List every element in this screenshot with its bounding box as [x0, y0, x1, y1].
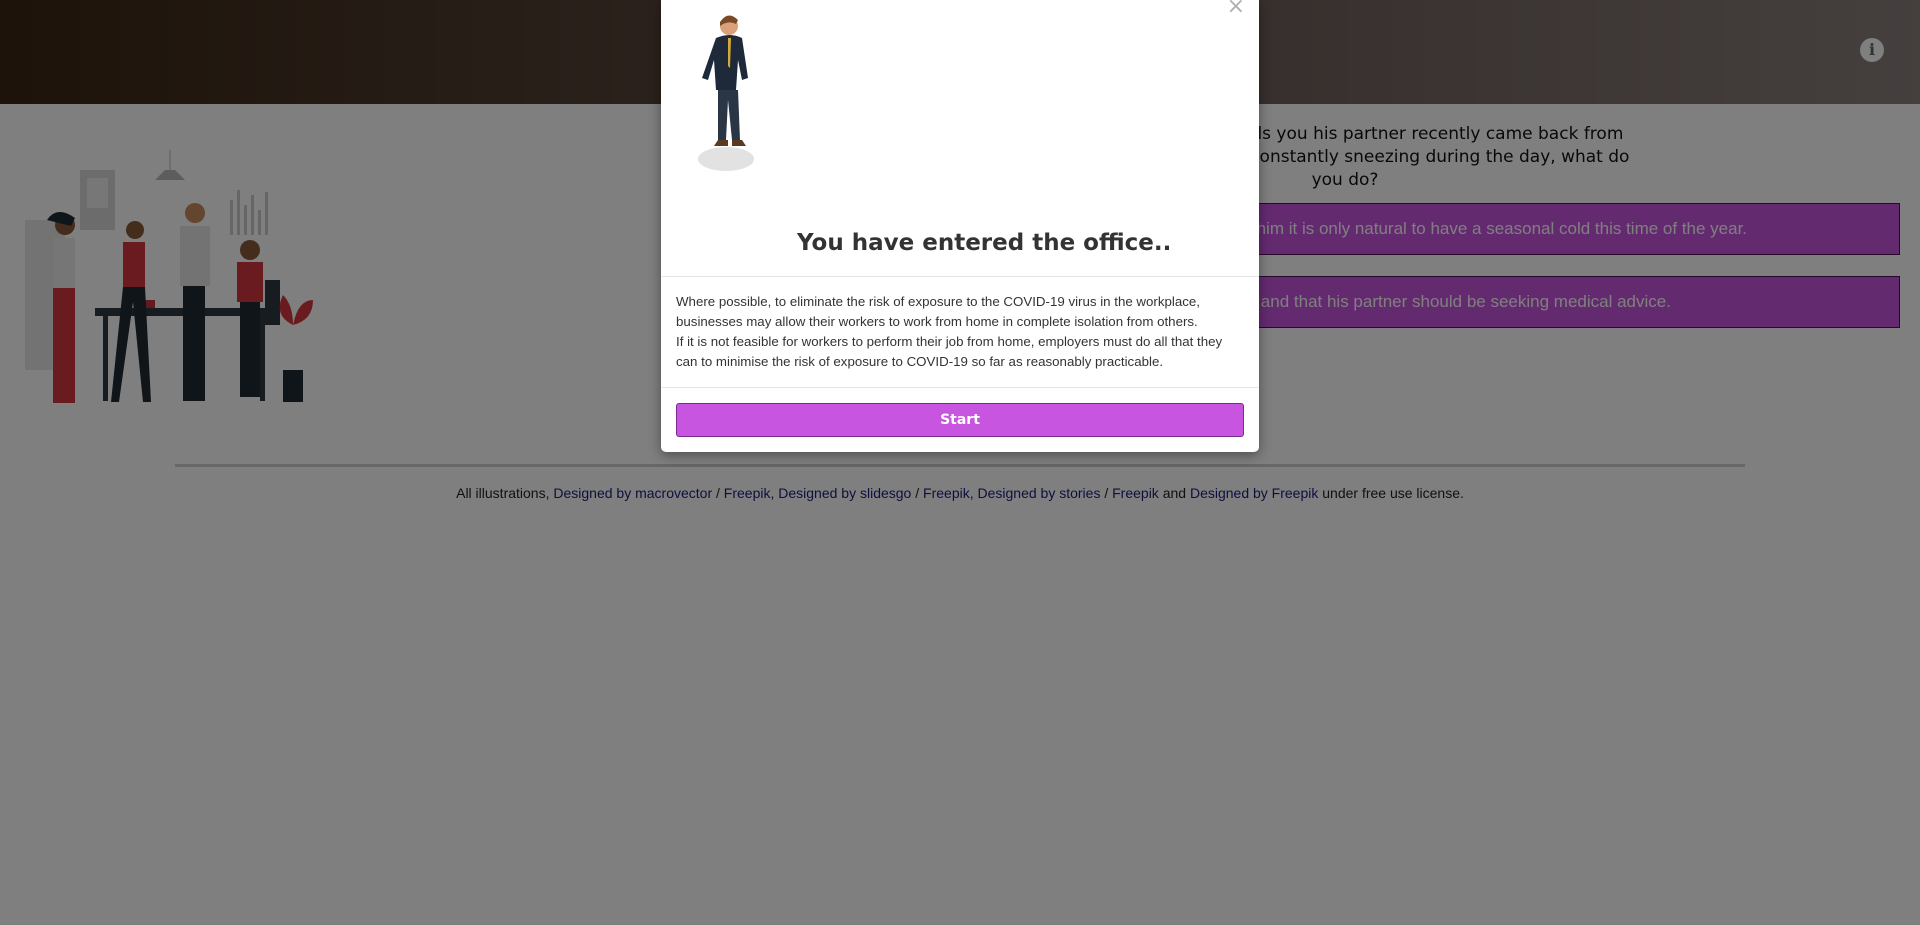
close-icon[interactable]: ×: [1227, 0, 1245, 19]
businessman-illustration: [698, 15, 754, 171]
modal-header: × You have entered the office..: [661, 0, 1259, 277]
intro-modal: × You have entered the office.. Where po…: [661, 0, 1259, 452]
modal-body-paragraph-1: Where possible, to eliminate the risk of…: [676, 294, 1200, 329]
modal-body-paragraph-2: If it is not feasible for workers to per…: [676, 334, 1223, 369]
modal-body: Where possible, to eliminate the risk of…: [676, 292, 1236, 372]
start-button[interactable]: Start: [676, 403, 1244, 437]
modal-footer: Start: [661, 387, 1259, 437]
modal-title: You have entered the office..: [797, 230, 1172, 256]
